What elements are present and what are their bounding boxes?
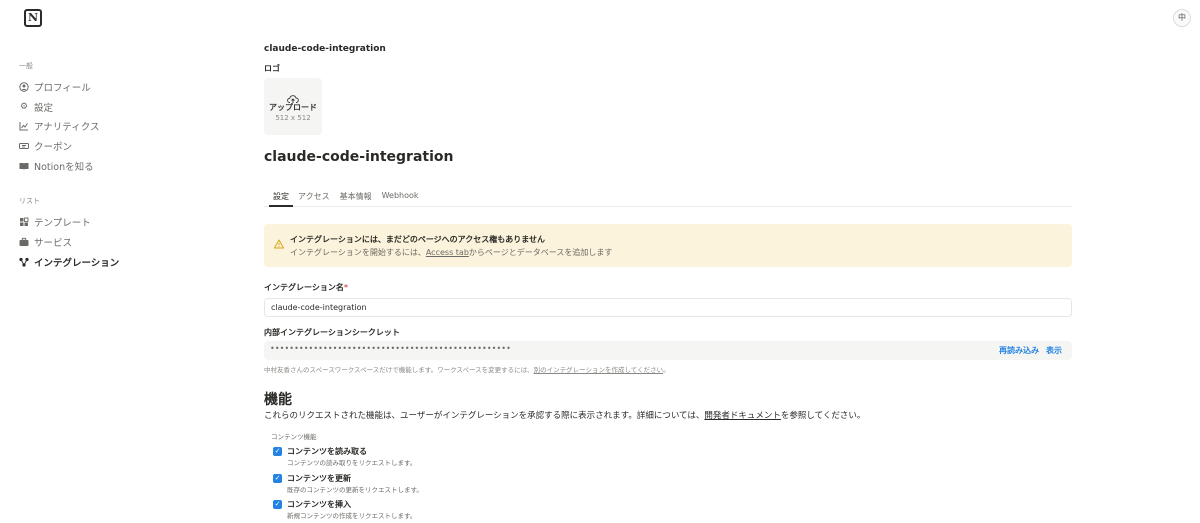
banner-description: インテグレーションを開始するには、Access tabからページとデータベースを… xyxy=(290,247,612,258)
sidebar-item-coupon[interactable]: クーポン xyxy=(19,136,219,156)
access-tab-link[interactable]: Access tab xyxy=(426,248,469,257)
secret-masked-value: ••••••••••••••••••••••••••••••••••••••••… xyxy=(270,344,511,353)
gear-icon: ⚙ xyxy=(19,101,29,112)
tab-settings[interactable]: 設定 xyxy=(269,188,293,207)
language-button[interactable]: 中 xyxy=(1173,9,1191,27)
hint-text: 中村友香さんのスペースワークスペースだけで機能します。ワークスペースを変更するに… xyxy=(264,366,534,374)
no-access-banner: インテグレーションには、まだどのページへのアクセス権もありません インテグレーシ… xyxy=(264,224,1072,267)
developer-docs-link[interactable]: 開発者ドキュメント xyxy=(704,411,781,421)
integration-name-label-text: インテグレーション名 xyxy=(264,283,344,292)
capability-desc: 既存のコンテンツの更新をリクエストします。 xyxy=(287,486,423,494)
upload-label: アップロード xyxy=(269,103,317,112)
tab-webhook[interactable]: Webhook xyxy=(377,188,424,207)
sidebar-item-label: Notionを知る xyxy=(34,161,94,173)
analytics-icon xyxy=(19,121,29,131)
sidebar-item-label: テンプレート xyxy=(34,218,91,230)
integration-name-input[interactable]: claude-code-integration xyxy=(264,298,1072,317)
checkbox-read-content[interactable]: ✓ xyxy=(273,447,282,456)
banner-title: インテグレーションには、まだどのページへのアクセス権もありません xyxy=(290,235,546,244)
capabilities-title: 機能 xyxy=(264,392,292,408)
capabilities-desc-text-end: を参照してください。 xyxy=(780,411,866,421)
sidebar-item-label: 設定 xyxy=(34,102,54,114)
create-integration-link[interactable]: 別のインテグレーションを作成してください xyxy=(534,366,663,374)
secret-field: ••••••••••••••••••••••••••••••••••••••••… xyxy=(264,341,1072,360)
notion-logo[interactable]: N xyxy=(24,9,42,27)
reload-secret-button[interactable]: 再読み込み xyxy=(999,345,1039,356)
sidebar-item-label: インテグレーション xyxy=(34,257,120,269)
profile-icon xyxy=(19,82,29,92)
sidebar-item-templates[interactable]: テンプレート xyxy=(19,212,219,232)
sidebar-item-label: クーポン xyxy=(34,141,73,153)
secret-label: 内部インテグレーションシークレット xyxy=(264,328,400,337)
capability-desc: コンテンツの読み取りをリクエストします。 xyxy=(287,459,417,467)
tab-bar: 設定 アクセス 基本情報 Webhook xyxy=(264,188,1072,207)
capability-label: コンテンツを挿入 xyxy=(287,500,351,509)
coupon-icon xyxy=(19,141,29,151)
sidebar-section-list: リスト xyxy=(19,197,40,206)
cloud-upload-icon xyxy=(287,89,299,103)
capabilities-desc-text: これらのリクエストされた機能は、ユーザーがインテグレーションを承認する際に表示さ… xyxy=(264,411,705,421)
capability-label: コンテンツを読み取る xyxy=(287,447,367,456)
checkbox-insert-content[interactable]: ✓ xyxy=(273,500,282,509)
capability-desc: 新規コンテンツの作成をリクエストします。 xyxy=(287,512,417,520)
show-secret-button[interactable]: 表示 xyxy=(1046,345,1062,356)
sidebar-item-label: アナリティクス xyxy=(34,122,100,134)
required-mark: * xyxy=(343,283,349,292)
checkbox-update-content[interactable]: ✓ xyxy=(273,474,282,483)
workspace-hint: 中村友香さんのスペースワークスペースだけで機能します。ワークスペースを変更するに… xyxy=(264,364,670,374)
hint-text-end: 。 xyxy=(663,366,670,374)
sidebar: 一般 プロフィール ⚙ 設定 アナリティクス クーポン Notionを知る リス… xyxy=(19,60,219,272)
sidebar-item-profile[interactable]: プロフィール xyxy=(19,77,219,97)
sidebar-item-analytics[interactable]: アナリティクス xyxy=(19,116,219,136)
logo-label: ロゴ xyxy=(264,64,280,73)
sidebar-item-label: サービス xyxy=(34,237,73,249)
sidebar-item-integrations[interactable]: インテグレーション xyxy=(19,252,219,272)
book-icon xyxy=(19,161,29,171)
banner-desc-text: インテグレーションを開始するには、 xyxy=(290,248,426,257)
integration-name-label: インテグレーション名* xyxy=(264,282,348,293)
warning-icon xyxy=(274,234,284,249)
tab-access[interactable]: アクセス xyxy=(293,188,335,207)
capabilities-description: これらのリクエストされた機能は、ユーザーがインテグレーションを承認する際に表示さ… xyxy=(264,409,865,421)
sidebar-section-general: 一般 xyxy=(19,62,33,70)
integration-icon xyxy=(19,257,29,267)
integration-name-heading: claude-code-integration xyxy=(264,44,386,54)
sidebar-item-label: プロフィール xyxy=(34,82,91,94)
logo-upload-button[interactable]: アップロード 512 x 512 xyxy=(264,78,322,135)
sidebar-item-settings[interactable]: ⚙ 設定 xyxy=(19,97,219,117)
briefcase-icon xyxy=(19,237,29,247)
sidebar-item-services[interactable]: サービス xyxy=(19,232,219,252)
sidebar-item-learn-notion[interactable]: Notionを知る xyxy=(19,156,219,176)
template-icon xyxy=(19,217,29,227)
tab-basic-info[interactable]: 基本情報 xyxy=(335,188,377,207)
banner-desc-text-end: からページとデータベースを追加します xyxy=(468,248,613,257)
content-capabilities-caption: コンテンツ機能 xyxy=(271,433,317,441)
upload-size: 512 x 512 xyxy=(275,114,311,122)
page-title: claude-code-integration xyxy=(264,149,454,165)
capability-label: コンテンツを更新 xyxy=(287,474,351,483)
